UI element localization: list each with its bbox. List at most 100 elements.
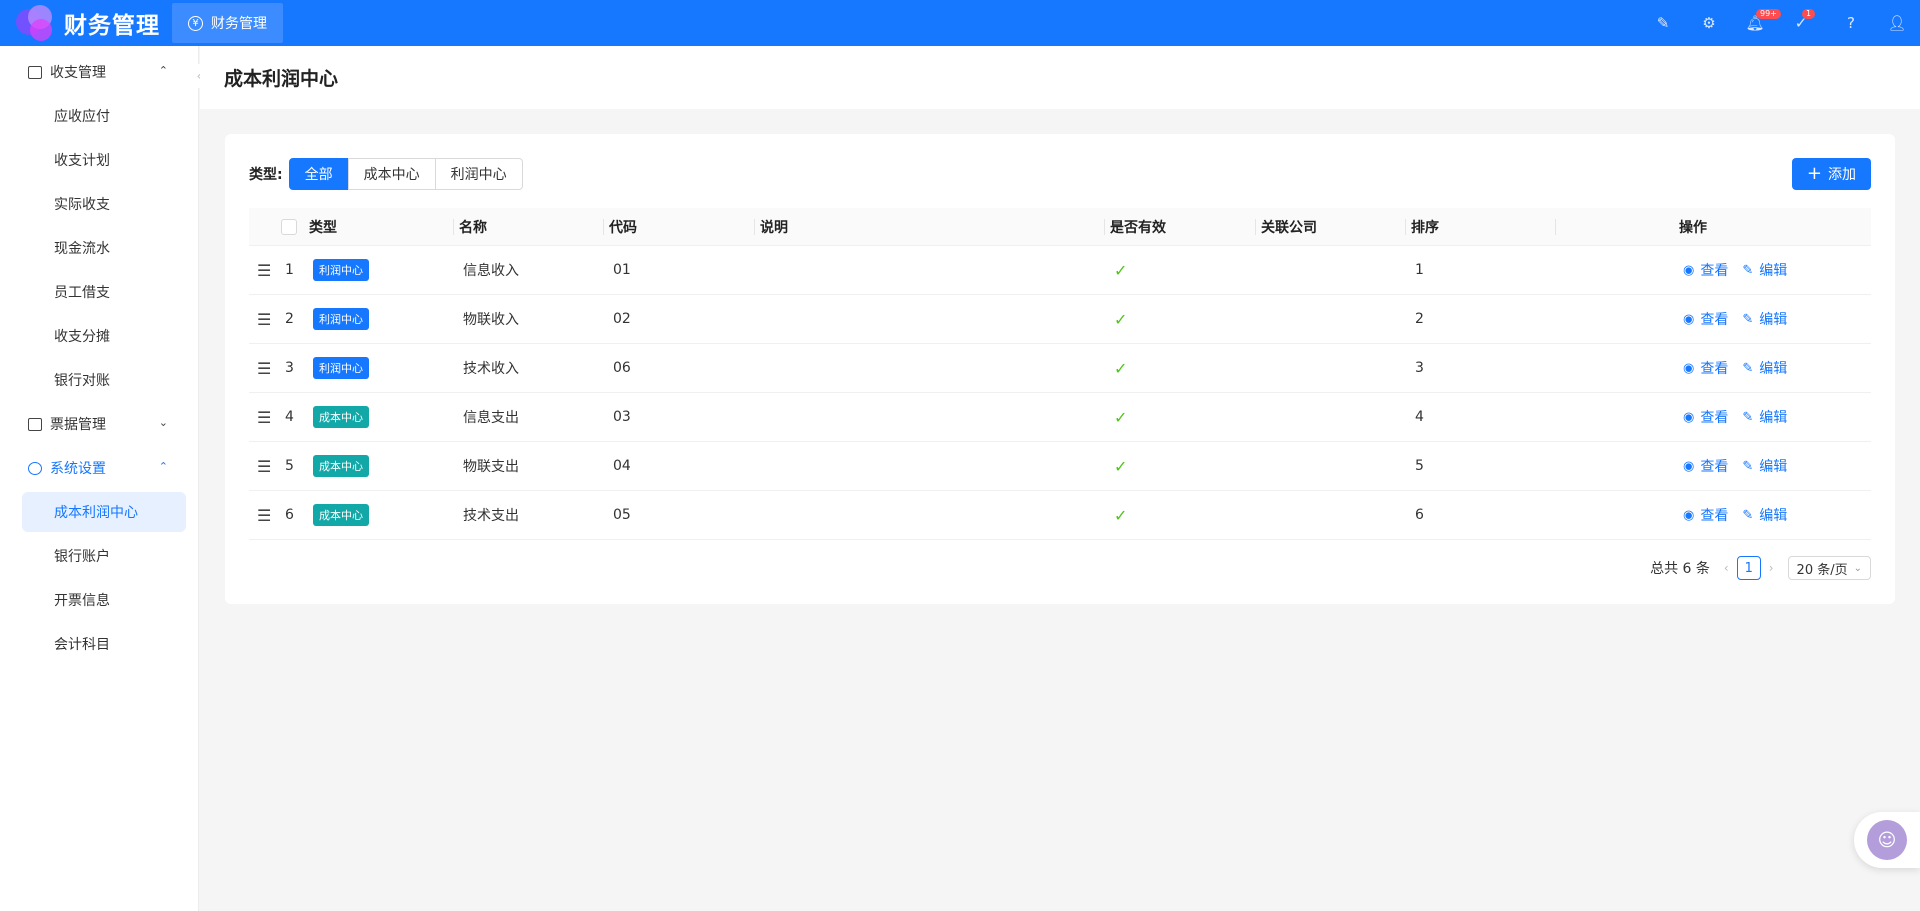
column-header-valid: 是否有效	[1104, 208, 1261, 246]
help-icon[interactable]: ?	[1828, 0, 1874, 46]
cell-sort: 4	[1415, 409, 1424, 425]
brush-icon[interactable]: ✎	[1640, 0, 1686, 46]
edit-button[interactable]: ✎ 编辑	[1742, 358, 1787, 378]
view-button[interactable]: ◉ 查看	[1683, 407, 1728, 427]
type-tag: 成本中心	[313, 504, 369, 526]
eye-icon: ◉	[1683, 262, 1695, 278]
task-badge: 1	[1802, 9, 1816, 19]
chevron-up-icon: ⌃	[158, 460, 168, 473]
page-number[interactable]: 1	[1736, 556, 1761, 580]
add-button[interactable]: + 添加	[1791, 158, 1871, 190]
filter-option-cost[interactable]: 成本中心	[347, 158, 436, 190]
edit-button[interactable]: ✎ 编辑	[1742, 505, 1787, 525]
sidebar-item-employee-loan[interactable]: 员工借支	[0, 270, 198, 314]
checkmark-icon: ✓	[1114, 505, 1128, 525]
app-logo	[14, 3, 58, 43]
edit-icon: ✎	[1742, 507, 1754, 523]
drag-handle-icon[interactable]: ☰	[257, 408, 271, 427]
top-toolbar: ✎ ⚙ 🔔︎ 99+ ✓ 1 ? 👤︎	[1640, 0, 1920, 46]
assistant-float-button[interactable]: ☺	[1854, 812, 1920, 868]
select-all-checkbox[interactable]	[281, 218, 297, 235]
drag-handle-icon[interactable]: ☰	[257, 261, 271, 280]
sidebar-item-actual[interactable]: 实际收支	[0, 182, 198, 226]
ledger-icon	[28, 65, 42, 79]
view-button[interactable]: ◉ 查看	[1683, 358, 1728, 378]
plus-icon: +	[1806, 163, 1822, 184]
type-tag: 成本中心	[313, 455, 369, 477]
view-button[interactable]: ◉ 查看	[1683, 505, 1728, 525]
cell-code: 05	[613, 507, 631, 523]
cell-code: 03	[613, 409, 631, 425]
cell-name: 技术支出	[463, 508, 519, 524]
edit-button[interactable]: ✎ 编辑	[1742, 456, 1787, 476]
row-index: 3	[285, 360, 294, 376]
cell-name: 物联支出	[463, 459, 519, 475]
edit-button[interactable]: ✎ 编辑	[1742, 260, 1787, 280]
prev-page-icon[interactable]: ‹	[1724, 561, 1729, 575]
drag-handle-icon[interactable]: ☰	[257, 457, 271, 476]
drag-handle-icon[interactable]: ☰	[257, 310, 271, 329]
row-index: 2	[285, 311, 294, 327]
column-header-company: 关联公司	[1255, 208, 1411, 246]
eye-icon: ◉	[1683, 458, 1695, 474]
sidebar-group-label: 收支管理	[50, 65, 106, 81]
sidebar-item-cashflow[interactable]: 现金流水	[0, 226, 198, 270]
sidebar-item-allocation[interactable]: 收支分摊	[0, 314, 198, 358]
eye-icon: ◉	[1683, 360, 1695, 376]
cell-code: 04	[613, 458, 631, 474]
sidebar-group-settings[interactable]: 系统设置 ⌃	[0, 446, 198, 490]
user-icon[interactable]: 👤︎	[1874, 0, 1920, 46]
sidebar-group-income-expense[interactable]: 收支管理 ⌃	[0, 50, 198, 94]
type-tag: 利润中心	[313, 259, 369, 281]
top-header: 财务管理 ¥ 财务管理 ✎ ⚙ 🔔︎ 99+ ✓ 1 ? 👤︎	[0, 0, 1920, 46]
view-button[interactable]: ◉ 查看	[1683, 456, 1728, 476]
sidebar-item-receivables[interactable]: 应收应付	[0, 94, 198, 138]
cell-name: 信息支出	[463, 410, 519, 426]
edit-button[interactable]: ✎ 编辑	[1742, 309, 1787, 329]
cell-code: 06	[613, 360, 631, 376]
drag-handle-icon[interactable]: ☰	[257, 359, 271, 378]
view-button[interactable]: ◉ 查看	[1683, 260, 1728, 280]
assistant-avatar-icon: ☺	[1867, 820, 1907, 860]
cell-name: 技术收入	[463, 361, 519, 377]
table-row: ☰ 2 利润中心 物联收入 02 ✓ 2 ◉ 查看 ✎ 编辑	[249, 295, 1871, 344]
table-header: 类型 名称 代码 说明 是否有效 关联公司 排序 操作	[249, 208, 1871, 246]
column-header-sort: 排序	[1405, 208, 1561, 246]
gear-icon[interactable]: ⚙	[1686, 0, 1732, 46]
edit-icon: ✎	[1742, 458, 1754, 474]
sidebar-item-accounting-subject[interactable]: 会计科目	[0, 622, 198, 666]
sidebar-group-bills[interactable]: 票据管理 ⌄	[0, 402, 198, 446]
filter-option-profit[interactable]: 利润中心	[434, 158, 523, 190]
page-size-select[interactable]: 20 条/页 ⌄	[1787, 556, 1871, 580]
sidebar-item-cost-profit-center[interactable]: 成本利润中心	[22, 492, 186, 532]
cell-code: 02	[613, 311, 631, 327]
table-row: ☰ 6 成本中心 技术支出 05 ✓ 6 ◉ 查看 ✎ 编辑	[249, 491, 1871, 540]
sidebar-item-bank-account[interactable]: 银行账户	[0, 534, 198, 578]
sidebar-item-plan[interactable]: 收支计划	[0, 138, 198, 182]
type-tag: 成本中心	[313, 406, 369, 428]
view-button[interactable]: ◉ 查看	[1683, 309, 1728, 329]
edit-icon: ✎	[1742, 360, 1754, 376]
filter-option-all[interactable]: 全部	[288, 158, 349, 190]
sidebar-item-bank-reconcile[interactable]: 银行对账	[0, 358, 198, 402]
module-tab-finance[interactable]: ¥ 财务管理	[172, 3, 283, 43]
next-page-icon[interactable]: ›	[1769, 561, 1774, 575]
column-header-code: 代码	[603, 208, 760, 246]
checkmark-icon: ✓	[1114, 456, 1128, 476]
cell-sort: 1	[1415, 262, 1424, 278]
sidebar-group-label: 票据管理	[50, 417, 106, 433]
drag-handle-icon[interactable]: ☰	[257, 506, 271, 525]
eye-icon: ◉	[1683, 409, 1695, 425]
cell-name: 物联收入	[463, 312, 519, 328]
column-header-desc: 说明	[754, 208, 1110, 246]
edit-icon: ✎	[1742, 262, 1754, 278]
bell-icon[interactable]: 🔔︎ 99+	[1732, 0, 1781, 46]
type-filter: 类型: 全部 成本中心 利润中心	[249, 158, 523, 190]
table-row: ☰ 5 成本中心 物联支出 04 ✓ 5 ◉ 查看 ✎ 编辑	[249, 442, 1871, 491]
sidebar-item-invoice-info[interactable]: 开票信息	[0, 578, 198, 622]
add-button-label: 添加	[1828, 167, 1856, 183]
page-title: 成本利润中心	[224, 68, 339, 90]
edit-icon: ✎	[1742, 311, 1754, 327]
task-check-icon[interactable]: ✓ 1	[1778, 0, 1824, 46]
edit-button[interactable]: ✎ 编辑	[1742, 407, 1787, 427]
